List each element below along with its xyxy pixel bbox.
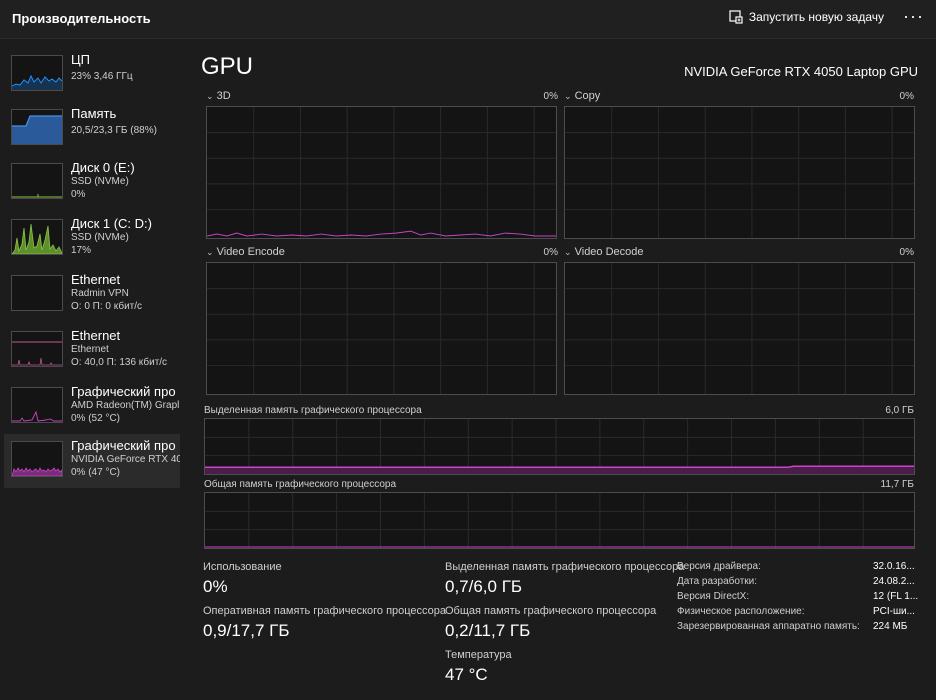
chevron-down-icon: ⌄ (206, 91, 214, 101)
sidebar-item-detail: 23% 3,46 ГГц (71, 71, 133, 82)
graph-video-encode (206, 262, 557, 395)
engine-max-pct: 0% (899, 91, 914, 102)
engine-selector-video-decode[interactable]: ⌄ Video Decode (564, 246, 644, 258)
sidebar-item-memory[interactable]: Память 20,5/23,3 ГБ (88%) (4, 102, 180, 156)
sidebar-item-detail: 0% (47 °C) (71, 467, 121, 478)
sidebar-item-label: ЦП (71, 52, 90, 67)
engine-selector-3d[interactable]: ⌄ 3D (206, 90, 231, 102)
info-value-directx-version: 12 (FL 1... (873, 591, 919, 602)
run-new-task-button[interactable]: Запустить новую задачу (729, 10, 884, 24)
info-value-reserved-memory: 224 МБ (873, 621, 908, 632)
graph-dedicated-memory (204, 418, 915, 475)
chevron-down-icon: ⌄ (564, 247, 572, 257)
sidebar-item-label: Ethernet (71, 328, 121, 343)
dedicated-memory-graph-max: 6,0 ГБ (885, 405, 914, 416)
info-value-driver-date: 24.08.2... (873, 576, 915, 587)
gpu-model: NVIDIA GeForce RTX 4050 Laptop GPU (684, 64, 918, 79)
sidebar-item-gpu-amd[interactable]: Графический про AMD Radeon(TM) Grapl 0% … (4, 380, 180, 434)
sidebar-item-detail: AMD Radeon(TM) Grapl (71, 400, 180, 411)
shared-memory-value: 0,2/11,7 ГБ (445, 621, 531, 640)
page-title: Производительность (12, 11, 151, 26)
info-key-physical-location: Физическое расположение: (677, 606, 805, 617)
gpu-title: GPU (201, 53, 254, 80)
shared-memory-graph-label: Общая память графического процессора (204, 479, 397, 490)
more-options-button[interactable]: ··· (903, 6, 924, 27)
sidebar-item-label: Память (71, 106, 117, 121)
shared-memory-graph-max: 11,7 ГБ (880, 479, 914, 490)
network-graph-icon (11, 331, 63, 367)
title-bar: Производительность Запустить новую задач… (0, 0, 936, 39)
usage-value: 0% (203, 577, 228, 596)
gpu-memory-value: 0,9/17,7 ГБ (203, 621, 290, 640)
temperature-label: Температура (445, 649, 512, 661)
sidebar-item-detail: NVIDIA GeForce RTX 405 (71, 454, 180, 465)
sidebar-item-label: Диск 0 (E:) (71, 160, 135, 175)
run-task-icon (729, 10, 743, 24)
engine-label: Video Decode (574, 246, 644, 258)
gpu-memory-label: Оперативная память графического процессо… (203, 605, 447, 617)
engine-selector-copy[interactable]: ⌄ Copy (564, 90, 600, 102)
info-key-driver-date: Дата разработки: (677, 576, 758, 587)
sidebar-item-detail: 17% (71, 245, 92, 256)
graph-shared-memory (204, 492, 915, 549)
engine-max-pct: 0% (543, 91, 558, 102)
sidebar-item-detail: О: 40,0 П: 136 кбит/с (71, 357, 168, 368)
chevron-down-icon: ⌄ (206, 247, 214, 257)
cpu-graph-icon (11, 55, 63, 91)
engine-max-pct: 0% (899, 247, 914, 258)
gpu-details-panel: GPU NVIDIA GeForce RTX 4050 Laptop GPU ⌄… (182, 39, 936, 700)
sidebar-item-detail: SSD (NVMe) (71, 176, 129, 187)
sidebar-item-disk-0[interactable]: Диск 0 (E:) SSD (NVMe) 0% (4, 156, 180, 210)
sidebar-item-ethernet-radmin[interactable]: Ethernet Radmin VPN О: 0 П: 0 кбит/с (4, 268, 180, 322)
sidebar-item-detail: Radmin VPN (71, 288, 129, 299)
sidebar-item-ethernet[interactable]: Ethernet Ethernet О: 40,0 П: 136 кбит/с (4, 324, 180, 378)
memory-graph-icon (11, 109, 63, 145)
sidebar: ЦП 23% 3,46 ГГц Память 20,5/23,3 ГБ (88%… (0, 39, 182, 700)
run-task-label: Запустить новую задачу (748, 10, 884, 24)
sidebar-item-gpu-nvidia[interactable]: Графический про NVIDIA GeForce RTX 405 0… (4, 434, 180, 488)
sidebar-item-detail: 0% (52 °C) (71, 413, 121, 424)
info-value-physical-location: PCI-ши... (873, 606, 915, 617)
sidebar-item-detail: SSD (NVMe) (71, 232, 129, 243)
disk-graph-icon (11, 163, 63, 199)
graph-video-decode (564, 262, 915, 395)
info-key-reserved-memory: Зарезервированная аппаратно память: (677, 621, 860, 632)
chevron-down-icon: ⌄ (564, 91, 572, 101)
dedicated-memory-label: Выделенная память графического процессор… (445, 561, 685, 573)
engine-max-pct: 0% (543, 247, 558, 258)
sidebar-item-detail: О: 0 П: 0 кбит/с (71, 301, 143, 312)
engine-label: 3D (216, 90, 231, 102)
engine-label: Video Encode (216, 246, 285, 258)
sidebar-item-detail: Ethernet (71, 344, 109, 355)
shared-memory-label: Общая память графического процессора (445, 605, 657, 617)
usage-label: Использование (203, 561, 282, 573)
sidebar-item-label: Графический про (71, 384, 176, 399)
sidebar-item-detail: 20,5/23,3 ГБ (88%) (71, 125, 157, 136)
info-value-driver-version: 32.0.16... (873, 561, 915, 572)
sidebar-item-cpu[interactable]: ЦП 23% 3,46 ГГц (4, 48, 180, 102)
engine-selector-video-encode[interactable]: ⌄ Video Encode (206, 246, 285, 258)
sidebar-item-label: Диск 1 (C: D:) (71, 216, 152, 231)
gpu-graph-icon (11, 387, 63, 423)
engine-label: Copy (574, 90, 601, 102)
sidebar-item-label: Графический про (71, 438, 176, 453)
info-key-directx-version: Версия DirectX: (677, 591, 750, 602)
dedicated-memory-graph-label: Выделенная память графического процессор… (204, 405, 422, 416)
sidebar-item-disk-1[interactable]: Диск 1 (C: D:) SSD (NVMe) 17% (4, 212, 180, 266)
graph-3d (206, 106, 557, 239)
network-graph-icon (11, 275, 63, 311)
sidebar-item-label: Ethernet (71, 272, 121, 287)
info-key-driver-version: Версия драйвера: (677, 561, 761, 572)
dedicated-memory-value: 0,7/6,0 ГБ (445, 577, 523, 596)
sidebar-item-detail: 0% (71, 189, 86, 200)
gpu-graph-icon (11, 441, 63, 477)
graph-copy (564, 106, 915, 239)
temperature-value: 47 °C (445, 665, 488, 684)
disk-graph-icon (11, 219, 63, 255)
